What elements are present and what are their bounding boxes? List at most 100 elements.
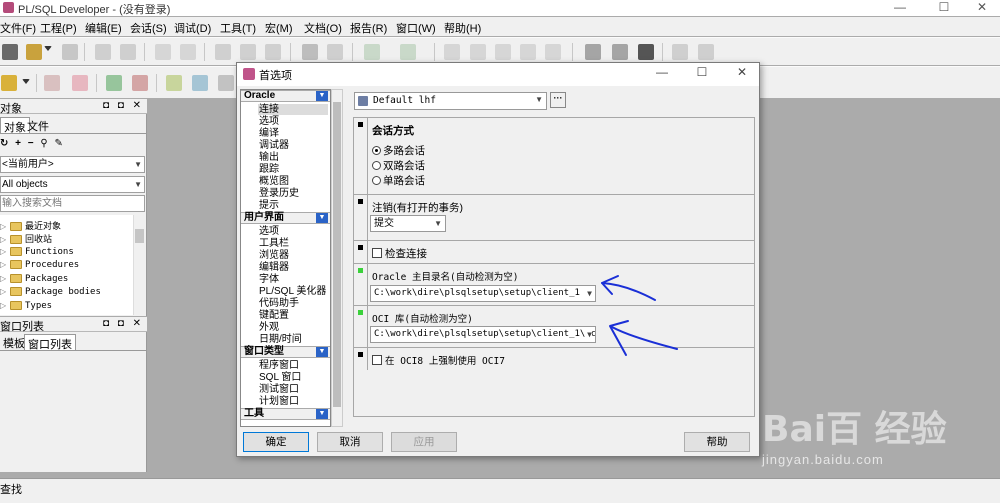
find-icon[interactable] [302, 44, 318, 60]
tool-icon[interactable] [612, 44, 628, 60]
dialog-close-button[interactable]: ✕ [727, 65, 757, 83]
category-item[interactable]: 输出 [259, 152, 279, 163]
category-item[interactable]: 概览图 [259, 176, 289, 187]
menu-window[interactable]: 窗口(W) [396, 20, 436, 36]
tab-files[interactable]: 文件 [24, 117, 52, 133]
category-item[interactable]: 测试窗口 [259, 384, 299, 395]
category-item[interactable]: 字体 [259, 274, 279, 285]
apply-button[interactable]: 应用 [391, 432, 457, 452]
document-icon[interactable] [545, 44, 561, 60]
category-item[interactable]: 计划窗口 [259, 396, 299, 407]
key-icon[interactable] [1, 75, 17, 91]
document-icon[interactable] [520, 44, 536, 60]
tree-item[interactable]: ▷ Types [0, 300, 52, 313]
category-item[interactable]: 浏览器 [259, 250, 289, 261]
menu-tools[interactable]: 工具(T) [220, 20, 256, 36]
print-preview-icon[interactable] [120, 44, 136, 60]
open-folder-icon[interactable] [26, 44, 42, 60]
dialog-maximize-button[interactable]: ☐ [687, 65, 717, 83]
scrollbar-thumb[interactable] [333, 102, 341, 407]
camera-icon[interactable] [638, 44, 654, 60]
oracle-home-input[interactable]: C:\work\dire\plsqlsetup\setup\client_1 ▼ [370, 285, 596, 302]
cancel-button[interactable]: 取消 [317, 432, 383, 452]
database-icon[interactable] [218, 75, 234, 91]
scrollbar-thumb[interactable] [135, 229, 144, 243]
category-item[interactable]: 日期/时间 [259, 334, 302, 345]
category-item[interactable]: 程序窗口 [259, 360, 299, 371]
replace-icon[interactable] [327, 44, 343, 60]
database-icon[interactable] [132, 75, 148, 91]
ok-button[interactable]: 确定 [243, 432, 309, 452]
print-icon[interactable] [95, 44, 111, 60]
tree-item[interactable]: ▷ 最近对象 [0, 219, 61, 232]
menu-project[interactable]: 工程(P) [40, 20, 77, 36]
menu-report[interactable]: 报告(R) [350, 20, 387, 36]
close-button[interactable]: ✕ [962, 0, 1000, 16]
category-item[interactable]: 选项 [259, 116, 279, 127]
tree-item[interactable]: ▷ 回收站 [0, 232, 52, 245]
menu-help[interactable]: 帮助(H) [444, 20, 481, 36]
database-icon[interactable] [192, 75, 208, 91]
document-icon[interactable] [444, 44, 460, 60]
category-scrollbar[interactable] [331, 89, 343, 427]
dialog-minimize-button[interactable]: — [647, 65, 677, 83]
menu-document[interactable]: 文档(O) [304, 20, 342, 36]
chevron-down-icon[interactable] [22, 79, 30, 87]
minimize-button[interactable]: — [880, 0, 920, 16]
menu-session[interactable]: 会话(S) [130, 20, 167, 36]
profile-select[interactable]: Default lhf ▼ [354, 92, 547, 110]
pencil-icon[interactable] [72, 75, 88, 91]
new-icon[interactable] [2, 44, 18, 60]
search-input[interactable]: 输入搜索文档 [0, 195, 145, 212]
step-icon[interactable] [400, 44, 416, 60]
tree-item[interactable]: ▷ Procedures [0, 259, 79, 272]
redo-icon[interactable] [180, 44, 196, 60]
panel-buttons[interactable]: ◘ ◘ ✕ [103, 318, 144, 329]
radio-single-session[interactable]: 单路会话 [372, 173, 425, 188]
menu-file[interactable]: 文件(F) [0, 20, 36, 36]
category-item[interactable]: 选项 [259, 226, 279, 237]
category-group-tools[interactable]: 工具 ▼ [241, 408, 330, 420]
paste-icon[interactable] [265, 44, 281, 60]
category-item[interactable]: 提示 [259, 200, 279, 211]
category-item[interactable]: 键配置 [259, 310, 289, 321]
category-item[interactable]: 代码助手 [259, 298, 299, 309]
menu-edit[interactable]: 编辑(E) [85, 20, 122, 36]
save-icon[interactable] [62, 44, 78, 60]
tree-item[interactable]: ▷ Package bodies [0, 286, 101, 299]
window-tile-icon[interactable] [698, 44, 714, 60]
tree-scrollbar[interactable] [133, 215, 145, 315]
filter-combo[interactable]: All objects ▼ [0, 176, 145, 193]
panel-buttons[interactable]: ◘ ◘ ✕ [103, 100, 144, 111]
oci-library-input[interactable]: C:\work\dire\plsqlsetup\setup\client_1\o… [370, 326, 596, 343]
tree-item[interactable]: ▷ Packages [0, 273, 68, 286]
maximize-button[interactable]: ☐ [924, 0, 964, 16]
chevron-down-icon[interactable]: ▼ [316, 409, 328, 419]
logoff-select[interactable]: 提交 ▼ [370, 215, 446, 232]
category-item[interactable]: 登录历史 [259, 188, 299, 199]
help-button[interactable]: 帮助 [684, 432, 750, 452]
chevron-down-icon[interactable]: ▼ [316, 213, 328, 223]
chevron-down-icon[interactable]: ▼ [316, 347, 328, 357]
tool-icon[interactable] [585, 44, 601, 60]
undo-icon[interactable] [155, 44, 171, 60]
radio-dual-session[interactable]: 双路会话 [372, 158, 425, 173]
menu-macro[interactable]: 宏(M) [265, 20, 293, 36]
radio-multi-session[interactable]: 多路会话 [372, 143, 425, 158]
category-group-ui[interactable]: 用户界面 ▼ [241, 212, 330, 224]
menu-debug[interactable]: 调试(D) [174, 20, 211, 36]
chevron-down-icon[interactable]: ▼ [316, 91, 328, 101]
document-icon[interactable] [470, 44, 486, 60]
window-cascade-icon[interactable] [672, 44, 688, 60]
chevron-down-icon[interactable] [44, 46, 52, 56]
tree-item[interactable]: ▷ Functions [0, 246, 74, 259]
user-combo[interactable]: <当前用户> ▼ [0, 156, 145, 173]
tab-window-list[interactable]: 窗口列表 [24, 334, 76, 351]
category-item[interactable]: SQL 窗口 [259, 372, 301, 383]
execute-icon[interactable] [364, 44, 380, 60]
category-item[interactable]: PL/SQL 美化器 [259, 286, 326, 297]
cut-icon[interactable] [215, 44, 231, 60]
document-icon[interactable] [495, 44, 511, 60]
database-icon[interactable] [166, 75, 182, 91]
category-item[interactable]: 编辑器 [259, 262, 289, 273]
